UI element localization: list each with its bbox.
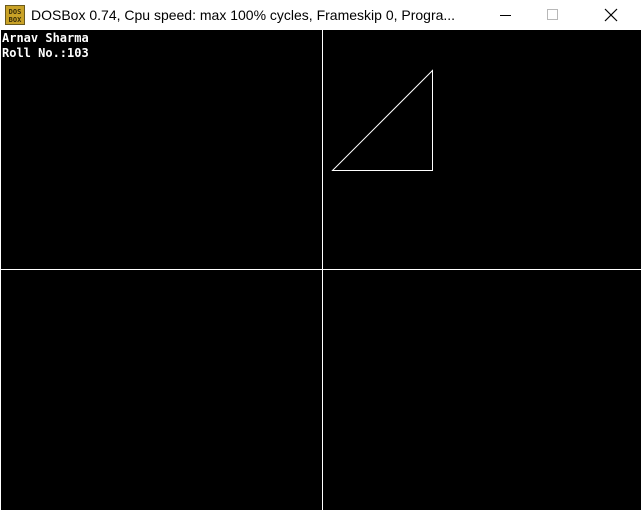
minimize-icon	[500, 15, 511, 16]
window-title: DOSBox 0.74, Cpu speed: max 100% cycles,…	[31, 7, 456, 23]
dos-screen[interactable]: Arnav Sharma Roll No.:103	[1, 30, 641, 510]
dosbox-icon-text-top: DOS	[9, 8, 22, 16]
console-line-roll: Roll No.:103	[2, 46, 89, 60]
dosbox-icon[interactable]: DOS BOX	[5, 5, 25, 25]
maximize-icon	[547, 9, 558, 20]
minimize-button[interactable]	[483, 0, 529, 30]
console-line-name: Arnav Sharma	[2, 31, 89, 45]
close-button[interactable]	[586, 0, 632, 30]
dosbox-icon-text-bottom: BOX	[9, 16, 22, 24]
triangle-shape	[331, 69, 433, 171]
graphics-canvas	[1, 30, 641, 510]
dosbox-window: DOS BOX DOSBox 0.74, Cpu speed: max 100%…	[0, 0, 644, 511]
close-icon	[604, 8, 618, 22]
maximize-button[interactable]	[530, 0, 576, 30]
title-bar[interactable]: DOS BOX DOSBox 0.74, Cpu speed: max 100%…	[0, 0, 644, 30]
